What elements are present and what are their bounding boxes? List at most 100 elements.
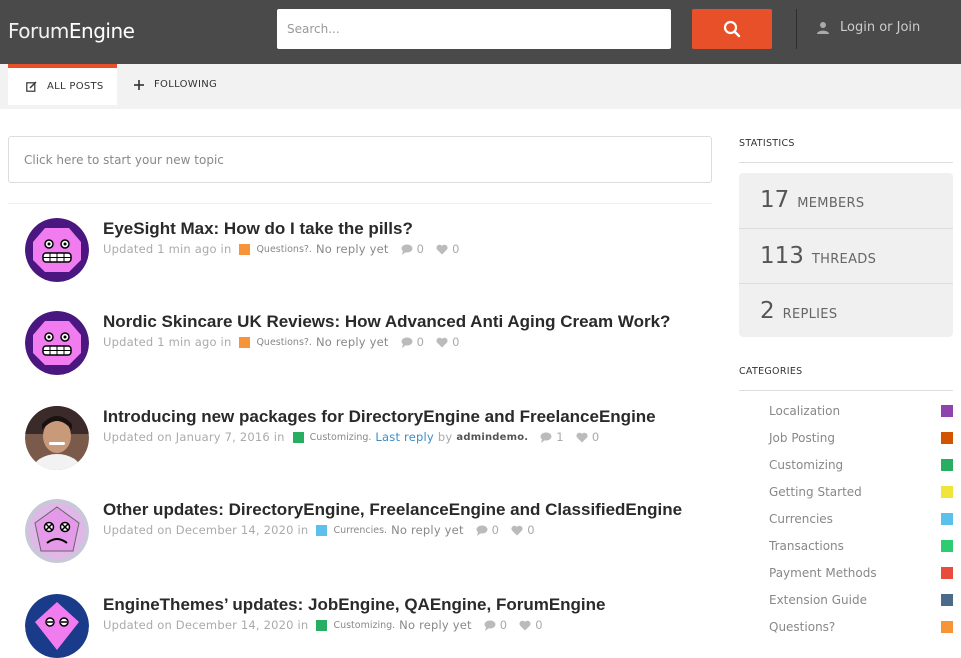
header-divider — [796, 9, 797, 49]
categories-divider — [739, 390, 953, 391]
category-transactions[interactable]: Transactions — [769, 537, 953, 555]
post-reply-by: by — [437, 430, 453, 444]
list-divider — [8, 203, 712, 204]
stat-replies: 2 REPLIES — [739, 283, 953, 338]
login-label: Login or Join — [840, 20, 921, 35]
stat-threads-count: 113 — [760, 243, 804, 269]
category-extension-guide[interactable]: Extension Guide — [769, 591, 953, 609]
tab-following-label: FOLLOWING — [154, 79, 218, 90]
comment-count: 0 — [499, 618, 508, 632]
category-color — [941, 405, 953, 417]
category-getting-started[interactable]: Getting Started — [769, 483, 953, 501]
post-meta: Updated on January 7, 2016 in Customizin… — [103, 430, 703, 444]
category-color — [941, 567, 953, 579]
login-link[interactable]: Login or Join — [816, 20, 920, 35]
category-label: Currencies — [769, 512, 833, 526]
avatar[interactable] — [25, 594, 89, 658]
search-button[interactable] — [692, 9, 772, 49]
post-title[interactable]: EyeSight Max: How do I take the pills? — [103, 218, 703, 239]
avatar[interactable] — [25, 218, 89, 282]
top-header: ForumEngine Search... Login or Join — [0, 0, 961, 64]
tab-all-posts[interactable]: ALL POSTS — [8, 64, 117, 105]
post-title[interactable]: Other updates: DirectoryEngine, Freelanc… — [103, 499, 703, 520]
post-category[interactable]: Currencies. — [333, 525, 387, 536]
heart-icon[interactable] — [576, 432, 588, 443]
post-category[interactable]: Customizing. — [333, 620, 395, 631]
post-meta: Updated on December 14, 2020 in Customiz… — [103, 618, 703, 632]
post-updated: Updated on December 14, 2020 in — [103, 618, 309, 632]
post-reply-status: No reply yet — [315, 335, 389, 349]
post-meta: Updated 1 min ago in Questions?. No repl… — [103, 335, 703, 349]
new-topic-input[interactable]: Click here to start your new topic — [8, 136, 712, 183]
post-reply-status: No reply yet — [315, 242, 389, 256]
category-color-square — [239, 336, 251, 348]
category-color — [941, 594, 953, 606]
search-input[interactable]: Search... — [277, 9, 671, 49]
post-updated: Updated on January 7, 2016 in — [103, 430, 285, 444]
post-category[interactable]: Customizing. — [310, 432, 372, 443]
comment-count: 0 — [416, 335, 425, 349]
category-localization[interactable]: Localization — [769, 402, 953, 420]
category-label: Customizing — [769, 458, 844, 472]
logo-text-bold: Engine — [68, 19, 135, 43]
post-title[interactable]: Nordic Skincare UK Reviews: How Advanced… — [103, 311, 703, 332]
post-reply-user[interactable]: admindemo. — [456, 432, 528, 443]
tab-following[interactable]: FOLLOWING — [134, 64, 217, 105]
edit-icon — [26, 81, 37, 92]
stat-members: 17 MEMBERS — [739, 173, 953, 228]
stat-replies-label: REPLIES — [782, 307, 838, 322]
new-topic-placeholder: Click here to start your new topic — [24, 152, 224, 167]
site-logo[interactable]: ForumEngine — [8, 19, 135, 43]
category-customizing[interactable]: Customizing — [769, 456, 953, 474]
post-title[interactable]: EngineThemes’ updates: JobEngine, QAEngi… — [103, 594, 703, 615]
statistics-divider — [739, 162, 953, 163]
post-title[interactable]: Introducing new packages for DirectoryEn… — [103, 406, 703, 427]
search-icon — [723, 20, 741, 38]
like-count: 0 — [527, 523, 535, 537]
stat-members-count: 17 — [760, 187, 790, 213]
category-questions[interactable]: Questions? — [769, 618, 953, 636]
avatar[interactable] — [25, 406, 89, 470]
comment-count: 1 — [556, 430, 564, 444]
category-color-square — [316, 619, 328, 631]
category-color-square — [316, 524, 328, 536]
category-job-posting[interactable]: Job Posting — [769, 429, 953, 447]
stat-members-label: MEMBERS — [797, 196, 865, 211]
post-updated: Updated 1 min ago in — [103, 335, 232, 349]
category-label: Payment Methods — [769, 566, 877, 580]
statistics-heading: STATISTICS — [739, 138, 795, 149]
comment-count: 0 — [416, 242, 425, 256]
post-category[interactable]: Questions?. — [256, 244, 312, 255]
like-count: 0 — [591, 430, 600, 444]
heart-icon[interactable] — [519, 620, 531, 631]
post-updated: Updated 1 min ago in — [103, 242, 232, 256]
comment-icon — [476, 525, 488, 536]
category-color-square — [292, 431, 304, 443]
post-last-reply-link[interactable]: Last reply — [375, 430, 433, 444]
post-updated: Updated on December 14, 2020 in — [103, 523, 309, 537]
category-label: Extension Guide — [769, 593, 867, 607]
post-reply-status: No reply yet — [391, 523, 464, 537]
comment-icon — [401, 244, 413, 255]
post-category[interactable]: Questions?. — [256, 337, 312, 348]
category-currencies[interactable]: Currencies — [769, 510, 953, 528]
search-placeholder: Search... — [287, 22, 340, 36]
like-count: 0 — [535, 618, 543, 632]
post-meta: Updated on December 14, 2020 in Currenci… — [103, 523, 703, 537]
category-label: Getting Started — [769, 485, 862, 499]
comment-icon — [484, 620, 496, 631]
category-color — [941, 432, 953, 444]
category-label: Transactions — [769, 539, 844, 553]
like-count: 0 — [452, 242, 460, 256]
comment-icon — [540, 432, 552, 443]
heart-icon[interactable] — [436, 244, 448, 255]
avatar[interactable] — [25, 311, 89, 375]
avatar[interactable] — [25, 499, 89, 563]
heart-icon[interactable] — [436, 337, 448, 348]
stat-replies-count: 2 — [760, 298, 775, 324]
category-payment-methods[interactable]: Payment Methods — [769, 564, 953, 582]
heart-icon[interactable] — [511, 525, 523, 536]
category-color-square — [239, 243, 251, 255]
category-color — [941, 459, 953, 471]
category-label: Job Posting — [769, 431, 835, 445]
